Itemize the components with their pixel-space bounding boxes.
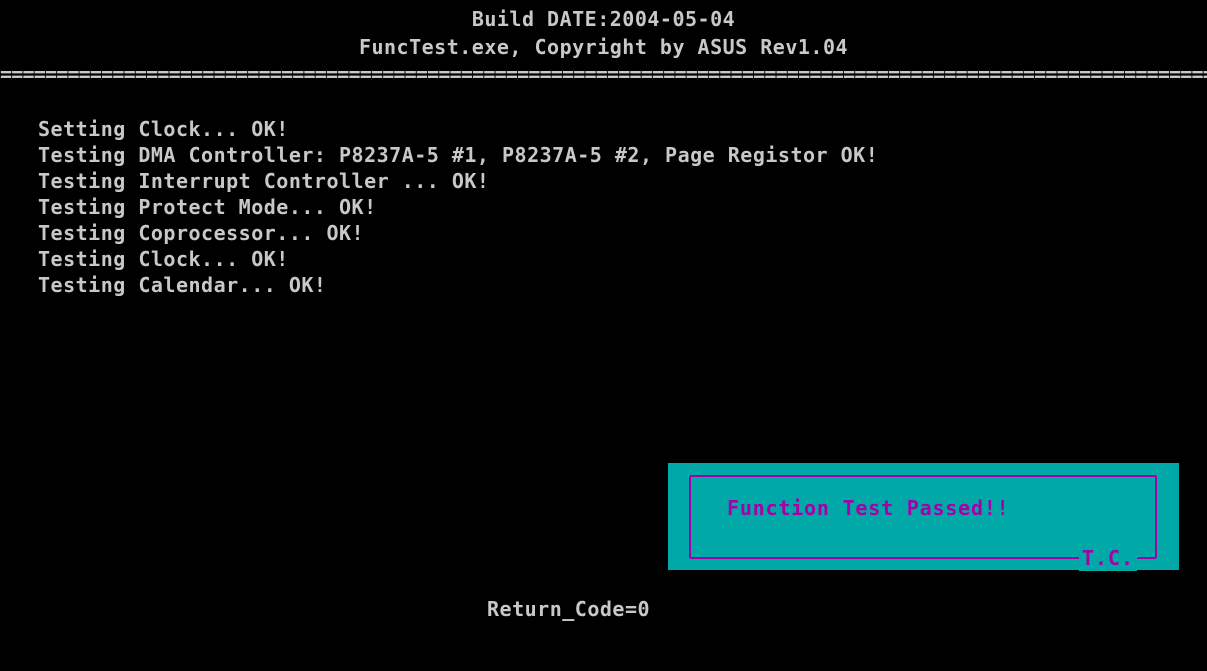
copyright-line: FuncTest.exe, Copyright by ASUS Rev1.04: [358, 35, 849, 59]
dialog-frame: Function Test Passed!! T.C.: [689, 475, 1157, 571]
log-line: Testing Coprocessor... OK!: [38, 221, 365, 245]
log-line: Testing Interrupt Controller ... OK!: [38, 169, 490, 193]
log-line: Setting Clock... OK!: [38, 117, 289, 141]
dos-screen: Build DATE:2004-05-04 FuncTest.exe, Copy…: [0, 0, 1207, 671]
build-date-line: Build DATE:2004-05-04: [471, 7, 736, 31]
log-line: Testing DMA Controller: P8237A-5 #1, P82…: [38, 143, 879, 167]
log-line: Testing Calendar... OK!: [38, 273, 327, 297]
dialog-tag: T.C.: [1078, 545, 1137, 571]
test-log: Setting Clock... OK! Testing DMA Control…: [38, 116, 878, 298]
result-message: Function Test Passed!!: [727, 496, 1010, 520]
result-dialog: Function Test Passed!! T.C.: [668, 463, 1179, 571]
log-line: Testing Clock... OK!: [38, 247, 289, 271]
separator-line: ========================================…: [0, 64, 1207, 84]
return-code: Return_Code=0: [487, 597, 651, 621]
log-line: Testing Protect Mode... OK!: [38, 195, 377, 219]
